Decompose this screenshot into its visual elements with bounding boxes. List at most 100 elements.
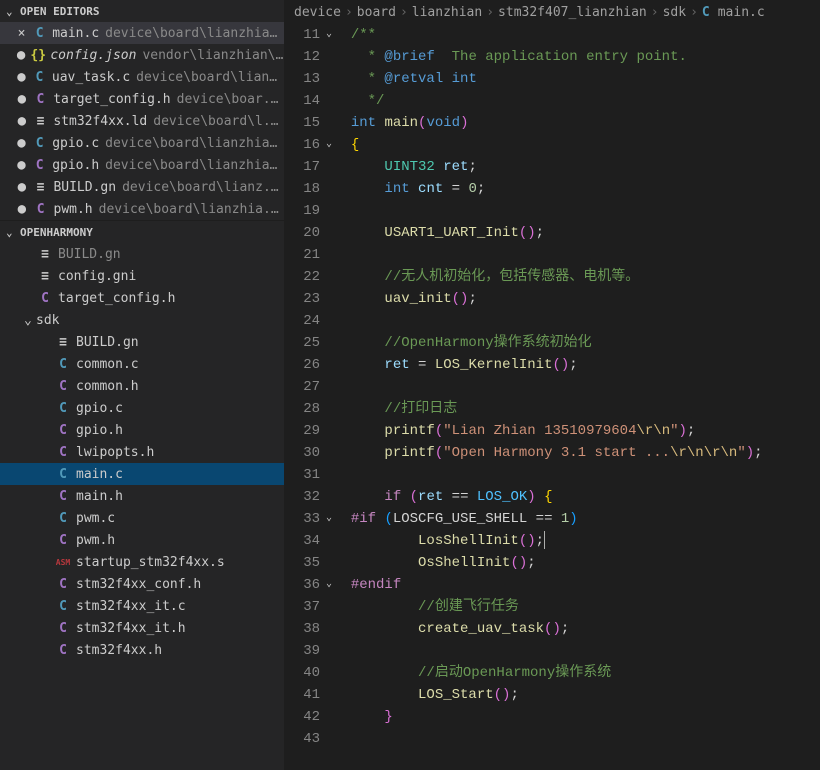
dirty-indicator: ● <box>12 69 31 85</box>
file-type-icon: C <box>31 26 48 41</box>
close-icon[interactable]: × <box>12 26 31 41</box>
code-line[interactable]: create_uav_task(); <box>334 618 820 640</box>
code-line[interactable] <box>334 640 820 662</box>
tree-file[interactable]: Cstm32f4xx_it.c <box>0 595 284 617</box>
tree-file[interactable]: Cstm32f4xx_conf.h <box>0 573 284 595</box>
code-line[interactable]: * @retval int <box>334 68 820 90</box>
code-line[interactable]: LosShellInit(); <box>334 530 820 552</box>
code-line[interactable]: { <box>334 134 820 156</box>
breadcrumb-item[interactable]: board <box>357 5 396 20</box>
open-editor-item[interactable]: ●Cgpio.cdevice\board\lianzhia... <box>0 132 284 154</box>
tree-file[interactable]: ≡BUILD.gn <box>0 243 284 265</box>
code-content[interactable]: /** * @brief The application entry point… <box>334 24 820 770</box>
open-editor-item[interactable]: ●Cpwm.hdevice\board\lianzhia... <box>0 198 284 220</box>
code-line[interactable]: int main(void) <box>334 112 820 134</box>
breadcrumb-item[interactable]: main.c <box>718 5 765 20</box>
code-line[interactable]: #endif <box>334 574 820 596</box>
code-line[interactable]: //OpenHarmony操作系统初始化 <box>334 332 820 354</box>
code-line[interactable]: USART1_UART_Init(); <box>334 222 820 244</box>
fold-icon[interactable]: ⌄ <box>326 574 332 596</box>
fold-icon[interactable]: ⌄ <box>326 24 332 46</box>
open-editors-title: OPEN EDITORS <box>20 5 99 18</box>
tree-file[interactable]: Clwipopts.h <box>0 441 284 463</box>
tree-file[interactable]: Cpwm.h <box>0 529 284 551</box>
breadcrumb-item[interactable]: device <box>294 5 341 20</box>
tree-file[interactable]: Cmain.h <box>0 485 284 507</box>
code-line[interactable]: printf("Lian Zhian 13510979604\r\n"); <box>334 420 820 442</box>
explorer-header[interactable]: ⌄ OPENHARMONY <box>0 221 284 243</box>
code-line[interactable]: //创建飞行任务 <box>334 596 820 618</box>
tree-folder[interactable]: ⌄sdk <box>0 309 284 331</box>
code-line[interactable] <box>334 244 820 266</box>
file-name: common.c <box>76 357 139 372</box>
file-path: vendor\lianzhian\... <box>142 48 284 63</box>
tree-file[interactable]: Cstm32f4xx.h <box>0 639 284 661</box>
code-line[interactable]: OsShellInit(); <box>334 552 820 574</box>
breadcrumbs[interactable]: device›board›lianzhian›stm32f407_lianzhi… <box>284 0 820 24</box>
file-type-icon: C <box>36 291 54 306</box>
fold-icon[interactable]: ⌄ <box>326 508 332 530</box>
code-line[interactable]: UINT32 ret; <box>334 156 820 178</box>
code-line[interactable] <box>334 376 820 398</box>
open-editors-header[interactable]: ⌄ OPEN EDITORS <box>0 0 284 22</box>
code-line[interactable]: uav_init(); <box>334 288 820 310</box>
code-line[interactable]: */ <box>334 90 820 112</box>
code-line[interactable] <box>334 464 820 486</box>
file-type-icon: C <box>54 533 72 548</box>
open-editor-item[interactable]: ●Ctarget_config.hdevice\boar... <box>0 88 284 110</box>
line-number: 32 <box>284 486 320 508</box>
open-editor-item[interactable]: ●≡stm32f4xx.lddevice\board\l... <box>0 110 284 132</box>
tree-file[interactable]: Cpwm.c <box>0 507 284 529</box>
file-path: device\board\lianzhia... <box>105 136 284 151</box>
tree-file[interactable]: Cmain.c <box>0 463 284 485</box>
tree-file[interactable]: Ccommon.h <box>0 375 284 397</box>
code-line[interactable]: ret = LOS_KernelInit(); <box>334 354 820 376</box>
tree-file[interactable]: ASMstartup_stm32f4xx.s <box>0 551 284 573</box>
tree-file[interactable]: Ccommon.c <box>0 353 284 375</box>
open-editor-item[interactable]: ●Cuav_task.cdevice\board\lian... <box>0 66 284 88</box>
open-editor-item[interactable]: ●{}config.jsonvendor\lianzhian\... <box>0 44 284 66</box>
file-type-icon: ≡ <box>32 180 50 195</box>
code-line[interactable]: /** <box>334 24 820 46</box>
tree-file[interactable]: Cgpio.h <box>0 419 284 441</box>
code-line[interactable]: #if (LOSCFG_USE_SHELL == 1) <box>334 508 820 530</box>
file-type-icon: {} <box>30 48 46 63</box>
breadcrumb-item[interactable]: sdk <box>663 5 686 20</box>
line-number: 38 <box>284 618 320 640</box>
code-line[interactable] <box>334 310 820 332</box>
code-line[interactable] <box>334 200 820 222</box>
tree-file[interactable]: Cgpio.c <box>0 397 284 419</box>
file-type-icon: C <box>32 92 50 107</box>
code-line[interactable]: //无人机初始化，包括传感器、电机等。 <box>334 266 820 288</box>
line-number: 14 <box>284 90 320 112</box>
breadcrumb-item[interactable]: lianzhian <box>412 5 482 20</box>
tree-file[interactable]: Cstm32f4xx_it.h <box>0 617 284 639</box>
tree-file[interactable]: Ctarget_config.h <box>0 287 284 309</box>
code-line[interactable]: } <box>334 706 820 728</box>
tree-file[interactable]: ≡BUILD.gn <box>0 331 284 353</box>
code-line[interactable]: int cnt = 0; <box>334 178 820 200</box>
code-line[interactable]: printf("Open Harmony 3.1 start ...\r\n\r… <box>334 442 820 464</box>
code-line[interactable]: //打印日志 <box>334 398 820 420</box>
line-number: 22 <box>284 266 320 288</box>
code-line[interactable]: //启动OpenHarmony操作系统 <box>334 662 820 684</box>
open-editor-item[interactable]: ●≡BUILD.gndevice\board\lianz... <box>0 176 284 198</box>
file-type-icon: ≡ <box>54 335 72 350</box>
fold-icon[interactable]: ⌄ <box>326 134 332 156</box>
tree-file[interactable]: ≡config.gni <box>0 265 284 287</box>
breadcrumb-item[interactable]: stm32f407_lianzhian <box>498 5 647 20</box>
file-name: stm32f4xx_it.c <box>76 599 186 614</box>
code-line[interactable] <box>334 728 820 750</box>
file-path: device\board\lian... <box>136 70 284 85</box>
open-editor-item[interactable]: ×Cmain.cdevice\board\lianzhia... <box>0 22 284 44</box>
chevron-down-icon: ⌄ <box>6 5 20 18</box>
line-number: 15 <box>284 112 320 134</box>
open-editor-item[interactable]: ●Cgpio.hdevice\board\lianzhia... <box>0 154 284 176</box>
code-area[interactable]: 11⌄1213141516⌄17181920212223242526272829… <box>284 24 820 770</box>
sidebar: ⌄ OPEN EDITORS ×Cmain.cdevice\board\lian… <box>0 0 284 770</box>
file-type-icon: C <box>54 511 72 526</box>
code-line[interactable]: * @brief The application entry point. <box>334 46 820 68</box>
code-line[interactable]: LOS_Start(); <box>334 684 820 706</box>
code-line[interactable]: if (ret == LOS_OK) { <box>334 486 820 508</box>
file-name: main.c <box>76 467 123 482</box>
